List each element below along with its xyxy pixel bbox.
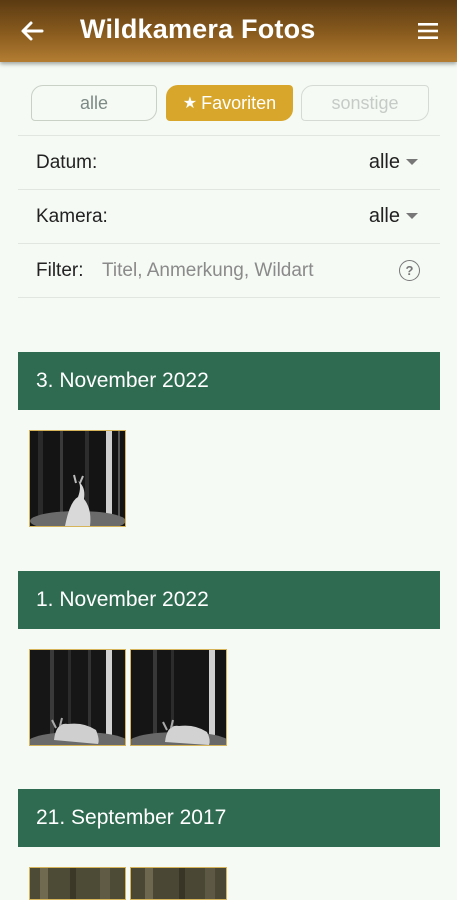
app-bar: Wildkamera Fotos	[0, 0, 457, 62]
segment-all-label: alle	[79, 92, 109, 113]
night-deer-photo	[30, 650, 125, 745]
dropdown-caret-icon[interactable]	[406, 159, 418, 165]
hamburger-menu-icon	[418, 23, 438, 39]
star-icon: ★	[182, 95, 198, 112]
back-button[interactable]	[18, 17, 46, 45]
menu-button[interactable]	[417, 20, 439, 42]
day-forest-photo	[30, 868, 125, 899]
date-label: Datum:	[36, 151, 98, 173]
filter-label: Filter:	[36, 259, 84, 281]
day-forest-photo	[131, 868, 226, 899]
date-group-header: 1. November 2022	[18, 571, 440, 629]
photo-thumbnail[interactable]	[29, 867, 126, 900]
camera-value[interactable]: alle	[369, 205, 400, 228]
dropdown-caret-icon[interactable]	[406, 213, 418, 219]
date-group-header: 21. September 2017	[18, 789, 440, 847]
photo-thumbnail[interactable]	[130, 649, 227, 746]
filter-input[interactable]	[102, 258, 382, 284]
date-value[interactable]: alle	[369, 151, 400, 174]
segment-all[interactable]: alle	[31, 85, 157, 121]
divider	[18, 297, 440, 298]
segment-other[interactable]: sonstige	[301, 85, 429, 121]
segment-other-label: sonstige	[331, 92, 399, 113]
night-deer-photo	[30, 431, 125, 526]
segment-favorites[interactable]: ★ Favoriten	[166, 85, 293, 121]
photo-thumbnail[interactable]	[130, 867, 227, 900]
arrow-left-icon	[21, 21, 44, 41]
segment-favorites-label: Favoriten	[201, 92, 277, 113]
photo-thumbnail[interactable]	[29, 430, 126, 527]
page-title: Wildkamera Fotos	[80, 14, 316, 44]
date-filter-row[interactable]: Datum: alle	[18, 135, 440, 189]
help-icon[interactable]: ?	[399, 260, 420, 281]
date-group-header: 3. November 2022	[18, 352, 440, 410]
camera-filter-row[interactable]: Kamera: alle	[18, 189, 440, 243]
text-filter-row: Filter: ?	[18, 243, 440, 297]
photo-thumbnail[interactable]	[29, 649, 126, 746]
night-deer-photo	[131, 650, 226, 745]
camera-label: Kamera:	[36, 205, 108, 227]
